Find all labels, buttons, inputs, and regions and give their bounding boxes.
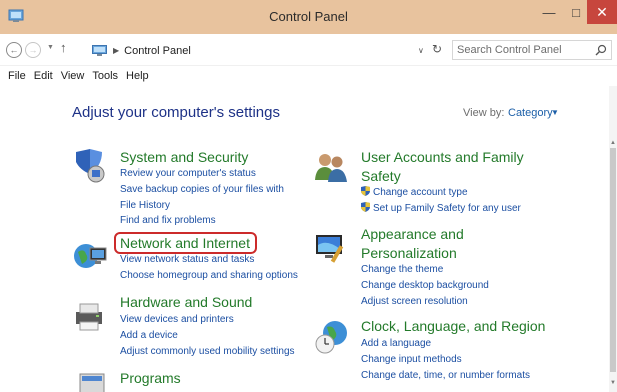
arrow-right-icon: → [28,45,38,55]
link-homegroup[interactable]: Choose homegroup and sharing options [120,268,298,284]
arrow-left-icon: ← [9,45,19,55]
link-desktop-background[interactable]: Change desktop background [361,278,489,294]
search-box[interactable] [452,40,612,60]
address-dropdown-button[interactable]: ∨ [418,46,424,55]
system-security-icon[interactable] [72,148,108,184]
link-devices-printers[interactable]: View devices and printers [120,312,234,328]
search-icon[interactable] [595,44,607,56]
user-accounts-icon[interactable] [313,150,349,186]
back-button[interactable]: ← [6,42,22,58]
scroll-up-arrow-icon[interactable]: ▲ [609,140,617,146]
recent-locations-dropdown[interactable]: ▼ [47,44,54,51]
link-add-device[interactable]: Add a device [120,328,178,344]
address-path-box[interactable]: ▶ Control Panel [88,40,448,61]
forward-button[interactable]: → [25,42,41,58]
main-content: Adjust your computer's settings View by:… [0,86,609,392]
link-screen-resolution[interactable]: Adjust screen resolution [361,294,468,310]
menu-file[interactable]: File [4,70,30,82]
vertical-scrollbar[interactable]: ▲ ▼ [609,86,617,392]
link-review-status[interactable]: Review your computer's status [120,166,256,182]
title-bar: Control Panel — □ ✕ [0,0,617,34]
link-change-theme[interactable]: Change the theme [361,262,443,278]
menu-help[interactable]: Help [122,70,153,82]
page-heading: Adjust your computer's settings [72,104,280,121]
link-change-account-type-label: Change account type [373,187,468,198]
breadcrumb-control-panel[interactable]: Control Panel [124,45,191,57]
window-title: Control Panel [269,9,348,24]
link-family-safety[interactable]: Set up Family Safety for any user [361,201,521,217]
breadcrumb-separator-icon[interactable]: ▶ [113,46,119,55]
link-date-time-formats[interactable]: Change date, time, or number formats [361,368,530,384]
control-panel-icon [92,44,107,56]
link-mobility-settings[interactable]: Adjust commonly used mobility settings [120,344,295,360]
category-hardware-sound[interactable]: Hardware and Sound [120,293,252,312]
category-appearance[interactable]: Appearance and Personalization [361,225,511,263]
highlight-outline [114,232,257,254]
view-by-dropdown[interactable]: Category [508,107,553,119]
menu-bar: File Edit View Tools Help [0,66,617,86]
menu-tools[interactable]: Tools [88,70,122,82]
scroll-down-arrow-icon[interactable]: ▼ [609,380,617,386]
menu-edit[interactable]: Edit [30,70,57,82]
minimize-button[interactable]: — [534,0,564,24]
category-programs[interactable]: Programs [120,369,181,388]
up-button[interactable]: ↑ [60,40,67,55]
link-change-account-type[interactable]: Change account type [361,185,468,201]
search-input[interactable] [457,43,587,57]
category-system-security[interactable]: System and Security [120,148,248,167]
hardware-sound-icon[interactable] [72,300,108,336]
category-user-accounts[interactable]: User Accounts and Family Safety [361,148,531,186]
programs-icon[interactable] [76,368,112,392]
link-file-history[interactable]: Save backup copies of your files with Fi… [120,182,300,214]
view-by-label: View by: [463,107,505,119]
category-clock-language[interactable]: Clock, Language, and Region [361,317,545,336]
network-internet-icon[interactable] [72,238,108,274]
link-family-safety-label: Set up Family Safety for any user [373,203,521,214]
link-input-methods[interactable]: Change input methods [361,352,462,368]
clock-language-icon[interactable] [313,319,349,355]
close-button[interactable]: ✕ [587,0,617,24]
link-add-language[interactable]: Add a language [361,336,431,352]
menu-view[interactable]: View [57,70,89,82]
uac-shield-icon [361,202,370,212]
link-find-fix[interactable]: Find and fix problems [120,213,216,229]
appearance-icon[interactable] [313,231,349,267]
scroll-thumb[interactable] [610,148,616,372]
view-by-caret-icon[interactable]: ▼ [551,108,559,117]
refresh-button[interactable]: ↻ [432,42,442,56]
link-network-status[interactable]: View network status and tasks [120,252,254,268]
uac-shield-icon [361,186,370,196]
